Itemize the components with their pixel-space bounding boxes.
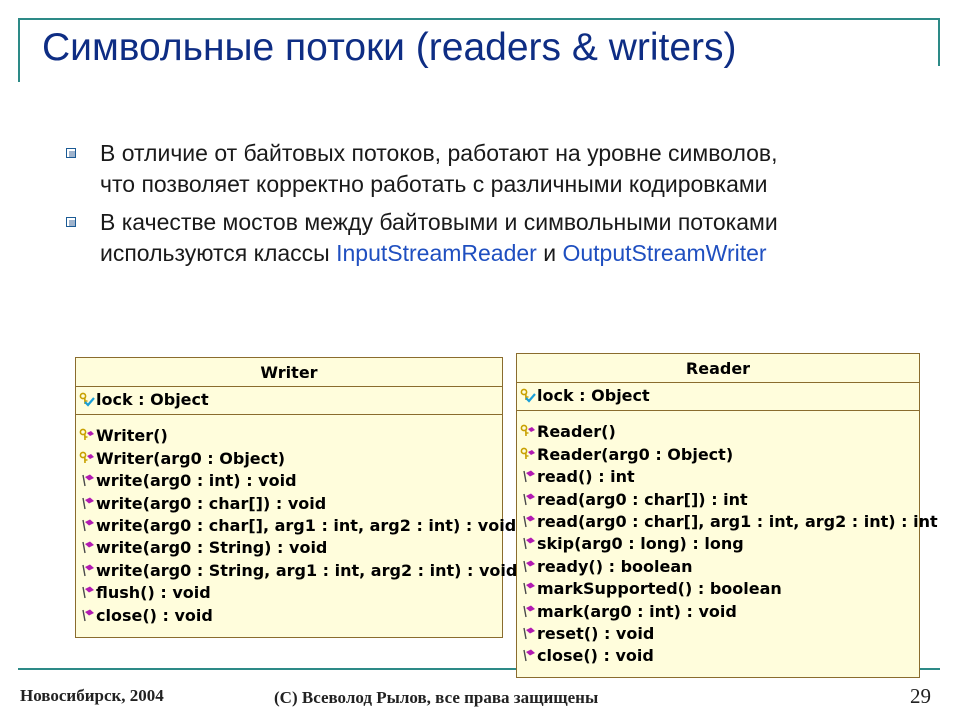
uml-operation: write(arg0 : String) : void xyxy=(76,537,502,559)
method-icon xyxy=(82,564,94,576)
page-number: 29 xyxy=(910,684,931,708)
slide-title: Символьные потоки (readers & writers) xyxy=(42,26,737,69)
method-icon xyxy=(523,627,535,640)
uml-operation: skip(arg0 : long) : long xyxy=(517,533,919,555)
method-icon xyxy=(82,609,94,621)
frame-right-line xyxy=(938,18,940,66)
frame-left-line xyxy=(18,18,20,82)
operation-text: write(arg0 : String, arg1 : int, arg2 : … xyxy=(96,560,518,580)
uml-class-name: Writer xyxy=(76,358,502,387)
uml-operation: reset() : void xyxy=(517,623,919,645)
uml-operation: write(arg0 : char[]) : void xyxy=(76,493,502,515)
constructor-icon xyxy=(520,447,535,459)
bullet-text: используются классы xyxy=(100,240,337,266)
method-icon xyxy=(523,649,535,662)
uml-class-reader: Reader lock : Object Reader() Reader(arg0… xyxy=(516,353,938,678)
uml-operation: read() : int xyxy=(517,466,919,488)
attribute-text: lock : Object xyxy=(537,386,650,405)
uml-operation: close() : void xyxy=(76,605,502,627)
square-bullet-icon xyxy=(66,217,76,227)
uml-operation: Reader() xyxy=(517,421,919,443)
operation-text: write(arg0 : int) : void xyxy=(96,471,297,491)
operation-text: write(arg0 : char[]) : void xyxy=(96,493,327,513)
operation-text: write(arg0 : char[], arg1 : int, arg2 : … xyxy=(96,515,517,535)
operation-text: reset() : void xyxy=(537,623,655,643)
method-icon xyxy=(82,541,94,554)
operation-text: Writer() xyxy=(96,426,168,446)
operation-text: Writer(arg0 : Object) xyxy=(96,448,286,468)
operation-text: markSupported() : boolean xyxy=(537,579,782,599)
uml-operation: Writer() xyxy=(76,425,502,447)
operation-text: ready() : boolean xyxy=(537,556,693,576)
footer-city-year: Новосибирск, 2004 xyxy=(20,686,164,705)
attribute-text: lock : Object xyxy=(96,390,209,409)
method-icon xyxy=(523,560,535,572)
attribute-key-icon xyxy=(79,392,95,407)
operation-text: close() : void xyxy=(96,605,213,625)
method-icon xyxy=(82,474,94,487)
operation-text: flush() : void xyxy=(96,583,211,603)
uml-operation: read(arg0 : char[], arg1 : int, arg2 : i… xyxy=(517,511,938,533)
method-icon xyxy=(82,519,94,532)
uml-attribute: lock : Object xyxy=(517,385,919,407)
method-icon xyxy=(82,586,94,599)
method-icon xyxy=(523,493,535,505)
method-icon xyxy=(523,605,535,617)
uml-operation: write(arg0 : int) : void xyxy=(76,470,502,492)
bullet-line: используются классы InputStreamReader и … xyxy=(100,238,930,269)
uml-class-name: Reader xyxy=(517,354,919,383)
square-bullet-icon xyxy=(66,148,76,158)
operation-text: Reader() xyxy=(537,422,616,442)
operation-text: skip(arg0 : long) : long xyxy=(537,534,744,554)
class-name-input-stream-reader: InputStreamReader xyxy=(336,240,537,266)
constructor-icon xyxy=(520,424,535,437)
uml-attribute: lock : Object xyxy=(76,389,502,411)
operation-text: close() : void xyxy=(537,646,654,666)
uml-operation: close() : void xyxy=(517,645,919,667)
frame-top-line xyxy=(18,18,940,20)
uml-operation: read(arg0 : char[]) : int xyxy=(517,489,919,511)
footer-copyright: (C) Всеволод Рылов, все права защищены xyxy=(274,688,599,707)
uml-operation: write(arg0 : char[], arg1 : int, arg2 : … xyxy=(76,515,516,537)
operation-text: read(arg0 : char[]) : int xyxy=(537,489,748,509)
method-icon xyxy=(523,582,535,595)
uml-class-writer: Writer lock : Object Writer() Writer(arg0… xyxy=(75,357,517,638)
constructor-icon xyxy=(79,451,94,463)
bullet-conjunction: и xyxy=(536,240,563,266)
attribute-key-icon xyxy=(520,388,536,403)
uml-operation: mark(arg0 : int) : void xyxy=(517,601,919,623)
operation-text: Reader(arg0 : Object) xyxy=(537,444,734,464)
method-icon xyxy=(523,470,535,483)
operation-text: read() : int xyxy=(537,467,635,487)
operation-text: read(arg0 : char[], arg1 : int, arg2 : i… xyxy=(537,511,938,531)
operation-text: mark(arg0 : int) : void xyxy=(537,601,737,621)
operation-text: write(arg0 : String) : void xyxy=(96,538,328,558)
uml-operation: flush() : void xyxy=(76,582,502,604)
bullet-line: что позволяет корректно работать с разли… xyxy=(100,171,768,197)
uml-operation: Reader(arg0 : Object) xyxy=(517,444,919,466)
uml-operation: Writer(arg0 : Object) xyxy=(76,448,502,470)
uml-operation: write(arg0 : String, arg1 : int, arg2 : … xyxy=(76,560,517,582)
method-icon xyxy=(82,497,94,509)
constructor-icon xyxy=(79,428,94,441)
class-name-output-stream-writer: OutputStreamWriter xyxy=(562,240,767,266)
uml-operation: ready() : boolean xyxy=(517,556,919,578)
method-icon xyxy=(523,515,535,528)
bullet-line: В качестве мостов между байтовыми и симв… xyxy=(100,209,778,235)
method-icon xyxy=(523,537,535,550)
bullet-line: В отличие от байтовых потоков, работают … xyxy=(100,140,778,166)
uml-operation: markSupported() : boolean xyxy=(517,578,919,600)
